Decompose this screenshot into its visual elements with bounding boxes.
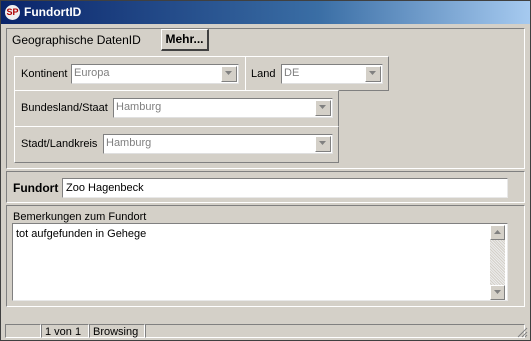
bemerkungen-textarea[interactable]: tot aufgefunden in Gehege [12, 223, 508, 301]
fundort-value: Zoo Hagenbeck [66, 182, 144, 194]
bundesland-dropdown-icon[interactable] [315, 100, 331, 116]
land-select[interactable]: DE [281, 64, 383, 84]
kontinent-dropdown-icon[interactable] [221, 66, 237, 82]
bundesland-label: Bundesland/Staat [21, 102, 108, 114]
fundort-label: Fundort [13, 181, 59, 195]
mode-indicator: Browsing [89, 324, 145, 338]
bemerkungen-value: tot aufgefunden in Gehege [16, 228, 147, 240]
kontinent-select[interactable]: Europa [71, 64, 239, 84]
geo-label: Geographische DatenID [12, 33, 141, 47]
scroll-track[interactable] [490, 240, 505, 285]
stadt-dropdown-icon[interactable] [315, 136, 331, 152]
stadt-value: Hamburg [106, 137, 152, 149]
scroll-down-button[interactable] [490, 285, 505, 300]
app-logo-icon[interactable]: SP [5, 5, 20, 20]
bemerkungen-label: Bemerkungen zum Fundort [13, 211, 147, 223]
kontinent-value: Europa [74, 67, 110, 79]
fundort-input[interactable]: Zoo Hagenbeck [62, 178, 508, 198]
window-title: FundortID [24, 5, 82, 19]
bundesland-value: Hamburg [116, 101, 162, 113]
scroll-up-button[interactable] [490, 225, 505, 240]
status-cell-blank [145, 324, 525, 338]
stadt-select[interactable]: Hamburg [103, 134, 333, 154]
land-value: DE [284, 67, 300, 79]
fundort-window: SP FundortID Geographische DatenID Mehr.… [0, 0, 531, 341]
bundesland-select[interactable]: Hamburg [113, 98, 333, 118]
land-label: Land [251, 68, 276, 80]
kontinent-label: Kontinent [21, 68, 68, 80]
resize-grip-icon[interactable] [516, 326, 528, 338]
title-bar[interactable]: SP FundortID [1, 1, 530, 24]
land-dropdown-icon[interactable] [365, 66, 381, 82]
more-button[interactable]: Mehr... [161, 29, 209, 51]
stadt-label: Stadt/Landkreis [21, 138, 98, 150]
status-cell-empty [5, 324, 41, 338]
record-counter: 1 von 1 [41, 324, 89, 338]
